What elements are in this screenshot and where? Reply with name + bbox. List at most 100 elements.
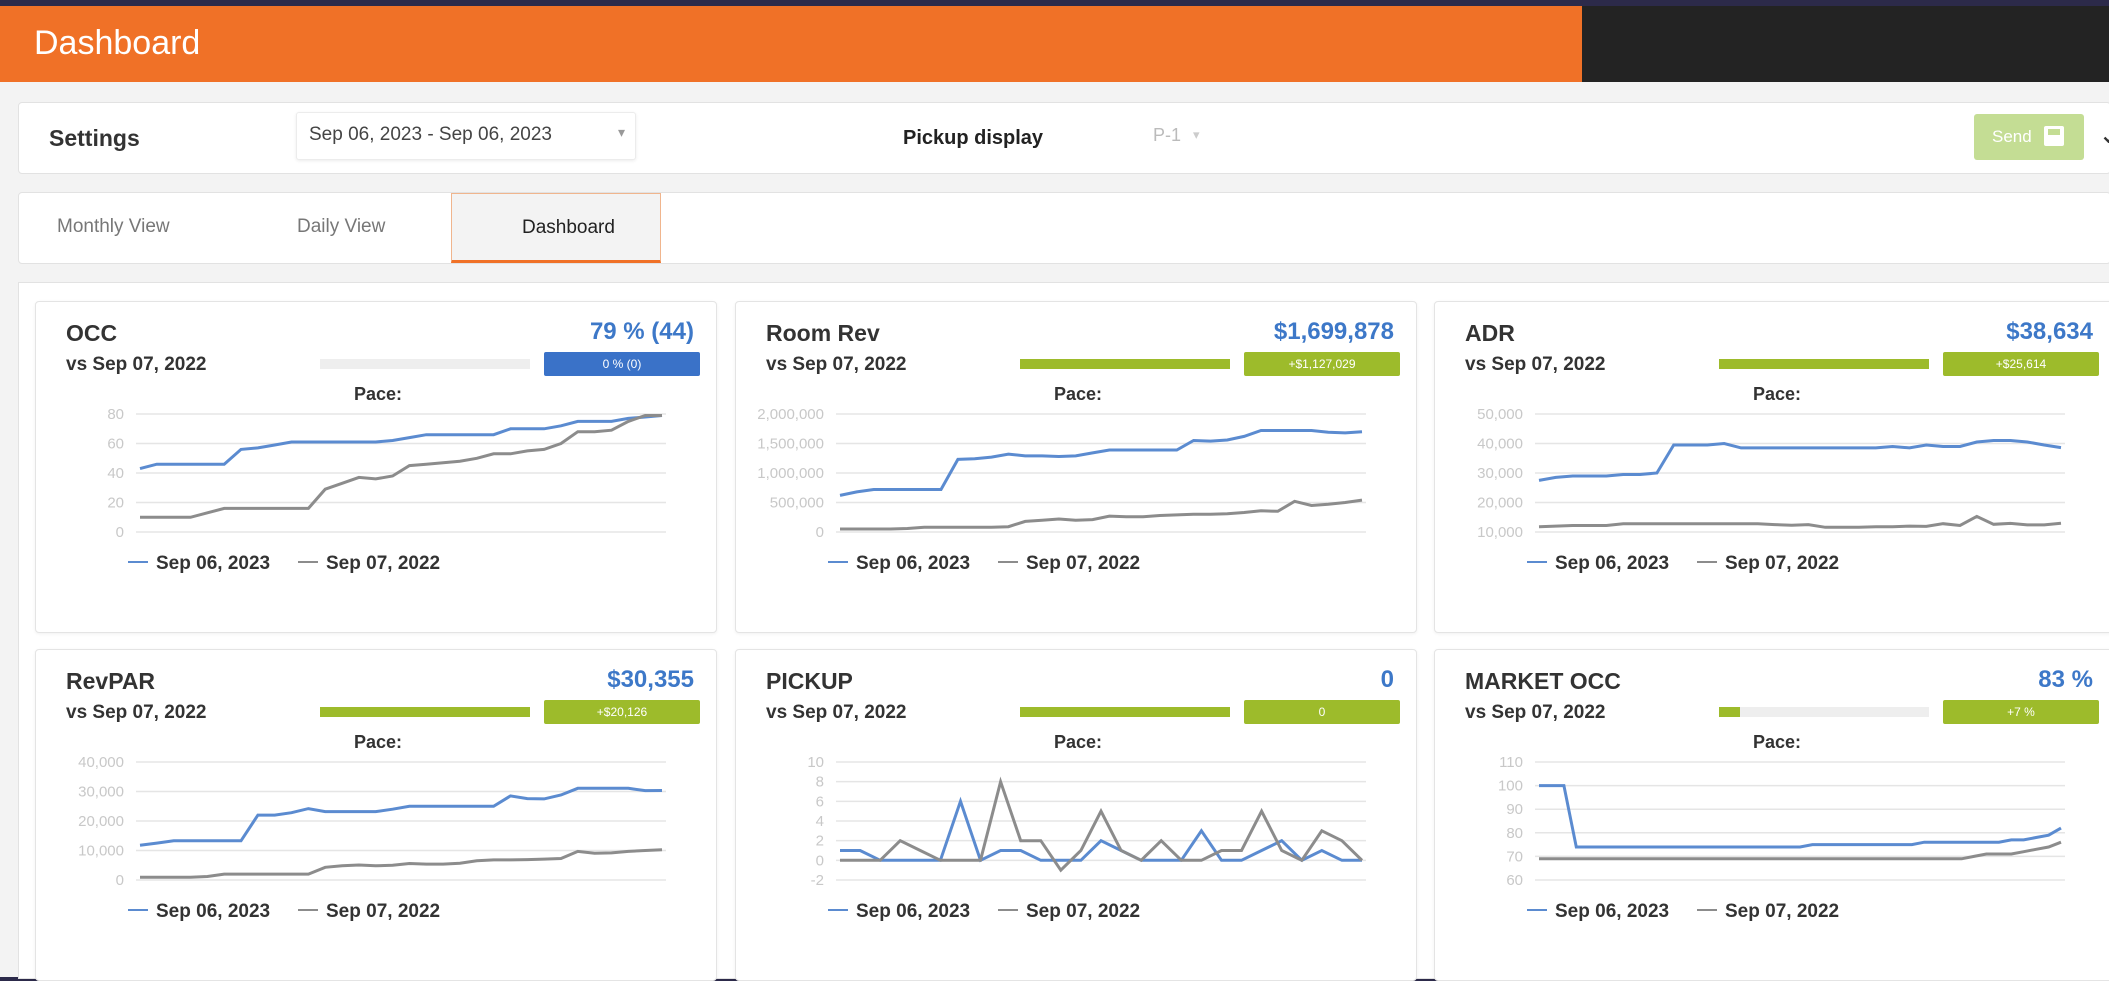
send-button[interactable]: Send (1974, 114, 2084, 160)
tab-daily-view[interactable]: Daily View (231, 193, 441, 263)
y-tick-label: 30,000 (1477, 465, 1523, 482)
date-range-picker[interactable]: Sep 06, 2023 - Sep 06, 2023 ▾ (296, 112, 636, 160)
legend-label: Sep 06, 2023 (856, 553, 970, 574)
header-bar (0, 6, 1582, 82)
y-tick-label: 60 (1506, 872, 1523, 889)
line-chart: 10,000 20,000 30,000 40,000 50,000 Sep 06, 20… (1477, 406, 2065, 574)
chart-legend: Sep 06, 2023 Sep 07, 2022 (128, 553, 440, 574)
card-comparison-date: vs Sep 07, 2022 (766, 702, 907, 723)
pace-badge: 0 % (0) (544, 352, 700, 376)
legend-label: Sep 07, 2022 (1725, 553, 1839, 574)
series-line-previous (840, 776, 1364, 873)
card-title: Room Rev (766, 320, 880, 346)
card-value: 0 (1380, 666, 1394, 693)
series-line-current (839, 429, 1363, 497)
expand-chevron-icon[interactable]: ⌄ (2099, 121, 2109, 150)
card-comparison-date: vs Sep 07, 2022 (1465, 354, 1606, 375)
y-tick-label: 70 (1506, 848, 1523, 865)
card-comparison-date: vs Sep 07, 2022 (66, 354, 207, 375)
y-tick-label: 100 (1498, 778, 1523, 795)
view-tabs: Monthly View Daily View Dashboard (18, 192, 2109, 264)
legend-label: Sep 07, 2022 (1026, 553, 1140, 574)
y-tick-label: 10,000 (1477, 524, 1523, 541)
pace-badge: +7 % (1943, 700, 2099, 724)
chart-legend: Sep 06, 2023 Sep 07, 2022 (828, 901, 1140, 922)
date-range-value: Sep 06, 2023 - Sep 06, 2023 (309, 124, 552, 145)
pickup-display-value: P-1 (1153, 125, 1182, 145)
send-label: Send (1992, 127, 2032, 146)
y-tick-label: 20,000 (1477, 495, 1523, 512)
pickup-display-select[interactable]: P-1 ▾ (1137, 119, 1217, 155)
series-line-previous (140, 848, 663, 879)
y-tick-label: 0 (816, 852, 824, 869)
card-title: RevPAR (66, 668, 156, 694)
kpi-card-adr: ADR vs Sep 07, 2022 $38,634 +$25,614 Pace: 10… (1434, 301, 2109, 633)
y-tick-label: 40,000 (1477, 436, 1523, 453)
y-tick-label: 500,000 (770, 495, 824, 512)
pace-badge: +$1,127,029 (1244, 352, 1400, 376)
y-tick-label: 60 (107, 436, 124, 453)
y-tick-label: 20 (107, 495, 124, 512)
tab-label: Daily View (297, 216, 386, 237)
pace-bar (1020, 707, 1230, 717)
legend-label: Sep 07, 2022 (1725, 901, 1839, 922)
pace-bar-fill (1719, 359, 1929, 369)
y-tick-label: 20,000 (78, 813, 124, 830)
pace-bar-fill (320, 707, 530, 717)
legend-label: Sep 06, 2023 (856, 901, 970, 922)
y-tick-label: 80 (107, 406, 124, 423)
y-tick-label: 40 (107, 465, 124, 482)
chart-legend: Sep 06, 2023 Sep 07, 2022 (1527, 901, 1839, 922)
y-tick-label: 6 (816, 793, 824, 810)
chart-legend: Sep 06, 2023 Sep 07, 2022 (1527, 553, 1839, 574)
card-comparison-date: vs Sep 07, 2022 (1465, 702, 1606, 723)
card-value: 83 % (2038, 666, 2093, 693)
legend-label: Sep 07, 2022 (326, 553, 440, 574)
series-line-previous (1538, 514, 2062, 529)
card-title: MARKET OCC (1465, 668, 1621, 694)
card-value: $38,634 (2006, 318, 2093, 345)
y-tick-label: 2 (816, 833, 824, 850)
legend-label: Sep 06, 2023 (1555, 553, 1669, 574)
chart-legend: Sep 06, 2023 Sep 07, 2022 (128, 901, 440, 922)
tab-label: Monthly View (57, 216, 170, 237)
card-title: OCC (66, 320, 118, 346)
series-line-previous (840, 498, 1363, 531)
save-icon (2044, 126, 2064, 146)
legend-label: Sep 06, 2023 (1555, 901, 1669, 922)
tab-label: Dashboard (522, 217, 615, 238)
pace-bar (1020, 359, 1230, 369)
kpi-card-occ: OCC vs Sep 07, 2022 79 % (44) 0 % (0) Pace: 0… (35, 301, 717, 633)
y-tick-label: 0 (116, 524, 124, 541)
y-tick-label: 80 (1506, 825, 1523, 842)
y-tick-label: 90 (1506, 801, 1523, 818)
kpi-card-pickup: PICKUP vs Sep 07, 2022 0 0 Pace: -2 0 2 4 6 8 10 Sep… (735, 649, 1417, 981)
pace-bar-fill (1719, 707, 1740, 717)
y-tick-label: 40,000 (78, 754, 124, 771)
pace-bar (320, 707, 530, 717)
legend-label: Sep 06, 2023 (156, 553, 270, 574)
tab-dashboard[interactable]: Dashboard (451, 193, 661, 263)
legend-label: Sep 07, 2022 (326, 901, 440, 922)
card-comparison-date: vs Sep 07, 2022 (66, 702, 207, 723)
y-tick-label: 50,000 (1477, 406, 1523, 423)
pace-bar-fill (1020, 707, 1230, 717)
kpi-card-room-rev: Room Rev vs Sep 07, 2022 $1,699,878 +$1,127… (735, 301, 1417, 633)
y-tick-label: 30,000 (78, 784, 124, 801)
legend-label: Sep 06, 2023 (156, 901, 270, 922)
chart-legend: Sep 06, 2023 Sep 07, 2022 (828, 553, 1140, 574)
pace-bar (320, 359, 530, 369)
settings-label: Settings (49, 125, 140, 151)
line-chart: 0 20 40 60 80 Sep 06, 2023 Sep 07, 2022 (107, 406, 666, 574)
card-value: $1,699,878 (1273, 318, 1394, 345)
tab-monthly-view[interactable]: Monthly View (19, 193, 219, 263)
series-line-current (139, 414, 663, 471)
series-line-current (139, 786, 663, 847)
y-tick-label: 10 (807, 754, 824, 771)
page-title: Dashboard (34, 24, 201, 62)
line-chart: 010,00020,00030,00040,000Sep 06, 2023 Sep… (78, 754, 666, 922)
y-tick-label: 8 (816, 774, 824, 791)
y-tick-label: 4 (816, 813, 824, 830)
pace-bar (1719, 359, 1929, 369)
app-header: Dashboard (0, 6, 2109, 82)
